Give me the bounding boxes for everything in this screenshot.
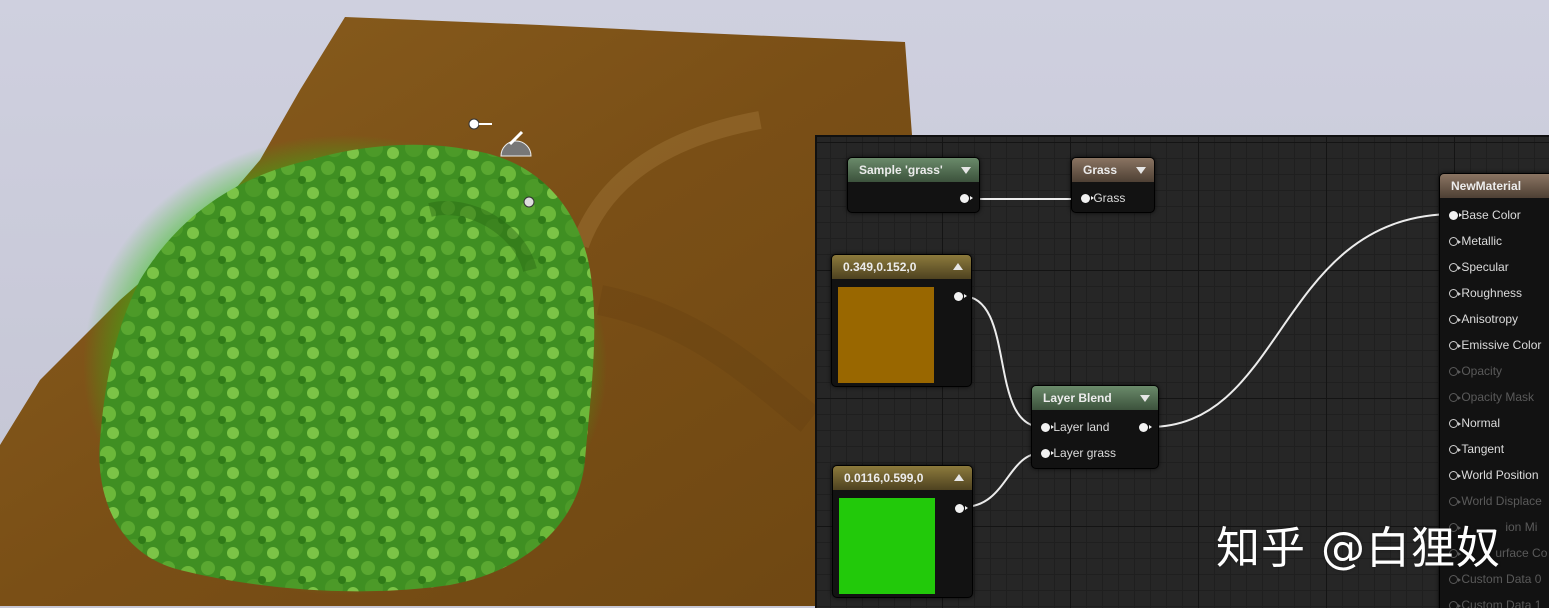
sample-node-title: Sample 'grass' (848, 158, 979, 182)
reflection-gizmo-icon[interactable] (523, 196, 535, 208)
color-land-swatch (838, 287, 934, 383)
material-pin-emissive[interactable]: Emissive Color (1449, 337, 1541, 353)
wire-land-to-blend (961, 295, 1043, 428)
color-grass-node[interactable]: 0.0116,0.599,0 (832, 465, 973, 598)
material-pin-anisotropy[interactable]: Anisotropy (1449, 311, 1518, 327)
color-land-output-pin[interactable] (954, 288, 967, 304)
color-grass-title: 0.0116,0.599,0 (833, 466, 972, 490)
material-pin-opacity: Opacity (1449, 363, 1502, 379)
color-land-node[interactable]: 0.349,0.152,0 (831, 254, 972, 387)
light-gizmo-icon[interactable] (465, 114, 492, 136)
material-pin-tangent[interactable]: Tangent (1449, 441, 1504, 457)
collapse-arrow-icon[interactable] (961, 167, 971, 174)
grass-input-pin[interactable]: Grass (1081, 190, 1125, 206)
watermark: 知乎 @白狸奴 (1216, 523, 1501, 574)
layer-land-input-pin[interactable]: Layer land (1041, 419, 1109, 435)
sky-light-gizmo-icon[interactable] (498, 124, 534, 160)
material-pin-specular[interactable]: Specular (1449, 259, 1509, 275)
material-pin-world-position[interactable]: World Position (1449, 467, 1539, 483)
layer-grass-input-pin[interactable]: Layer grass (1041, 445, 1116, 461)
material-title: NewMaterial (1440, 174, 1549, 198)
collapse-arrow-icon[interactable] (1136, 167, 1146, 174)
color-land-title: 0.349,0.152,0 (832, 255, 971, 279)
grass-node[interactable]: Grass Grass (1071, 157, 1155, 213)
material-pin-custom-data-1: Custom Data 1 (1449, 597, 1541, 608)
grass-input-label: Grass (1093, 191, 1126, 205)
expand-arrow-icon[interactable] (953, 263, 963, 270)
collapse-arrow-icon[interactable] (1140, 395, 1150, 402)
layer-land-label: Layer land (1053, 420, 1110, 434)
material-pin-roughness[interactable]: Roughness (1449, 285, 1522, 301)
material-pin-base-color[interactable]: Base Color (1449, 207, 1521, 223)
sample-node[interactable]: Sample 'grass' (847, 157, 980, 213)
material-pin-metallic[interactable]: Metallic (1449, 233, 1502, 249)
material-pin-opacity-mask: Opacity Mask (1449, 389, 1534, 405)
color-grass-output-pin[interactable] (955, 500, 968, 516)
material-pin-world-displacement: World Displace (1449, 493, 1542, 509)
color-grass-swatch (839, 498, 935, 594)
layer-blend-node[interactable]: Layer Blend Layer land Layer grass (1031, 385, 1159, 469)
layer-blend-output-pin[interactable] (1139, 419, 1152, 435)
material-pin-normal[interactable]: Normal (1449, 415, 1500, 431)
wire-blend-to-material (1148, 213, 1456, 428)
layer-grass-label: Layer grass (1053, 446, 1117, 460)
sample-output-pin[interactable] (960, 190, 973, 206)
expand-arrow-icon[interactable] (954, 474, 964, 481)
